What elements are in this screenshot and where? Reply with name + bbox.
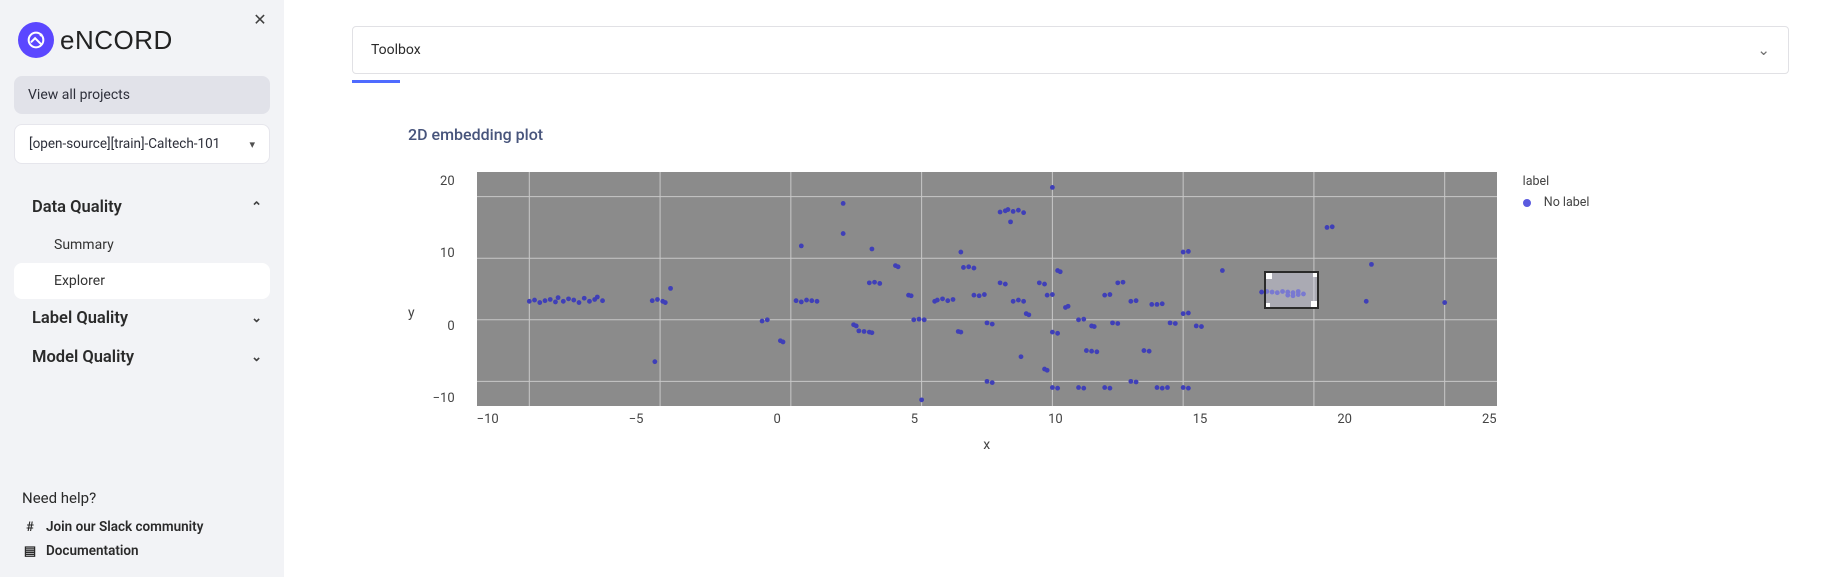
x-tick: 5 <box>911 412 918 427</box>
section-data-quality[interactable]: Data Quality ⌃ <box>14 188 270 227</box>
help-link-docs[interactable]: ▤ Documentation <box>22 539 270 563</box>
y-tick: −10 <box>433 391 455 406</box>
project-select[interactable]: [open-source][train]-Caltech-101 ▾ <box>14 124 270 164</box>
main-content: Toolbox ⌄ 2D embedding plot y 20 10 0 −10 −… <box>284 0 1837 577</box>
toolbox-expander[interactable]: Toolbox ⌄ <box>352 26 1789 74</box>
chevron-up-icon: ⌃ <box>251 200 262 215</box>
chart-title: 2D embedding plot <box>408 125 1789 144</box>
x-tick: 25 <box>1482 412 1497 427</box>
subitem-summary[interactable]: Summary <box>14 227 270 263</box>
x-axis-ticks: −10 −5 0 5 10 15 20 25 <box>477 412 1497 427</box>
section-label: Label Quality <box>32 309 128 328</box>
y-tick: 0 <box>433 319 455 334</box>
sidebar: ✕ eNCORD View all projects [open-source]… <box>0 0 284 577</box>
legend-marker-icon <box>1523 199 1531 207</box>
help-title: Need help? <box>22 489 270 507</box>
close-sidebar-button[interactable]: ✕ <box>250 10 270 30</box>
brand-name: eNCORD <box>60 25 173 56</box>
x-tick: 10 <box>1048 412 1063 427</box>
chevron-down-icon: ⌄ <box>1757 41 1770 59</box>
view-all-projects-button[interactable]: View all projects <box>14 76 270 114</box>
embedding-chart: 2D embedding plot y 20 10 0 −10 −10 −5 0 5 10 15… <box>352 125 1789 453</box>
legend-title: label <box>1523 174 1590 189</box>
x-tick: 15 <box>1193 412 1208 427</box>
brand-logo[interactable]: eNCORD <box>18 22 270 58</box>
active-tab-indicator <box>352 80 400 83</box>
slack-icon: # <box>22 519 38 535</box>
help-block: Need help? # Join our Slack community ▤ … <box>14 489 270 563</box>
section-label-quality[interactable]: Label Quality ⌄ <box>14 299 270 338</box>
chart-legend: label No label <box>1523 174 1590 210</box>
doc-icon: ▤ <box>22 543 38 559</box>
help-link-label: Documentation <box>46 543 139 559</box>
x-tick: 20 <box>1337 412 1352 427</box>
help-link-label: Join our Slack community <box>46 519 203 535</box>
y-axis-label: y <box>408 305 415 321</box>
selection-box[interactable] <box>1264 271 1319 309</box>
section-label: Data Quality <box>32 198 122 217</box>
x-tick: −5 <box>629 412 644 427</box>
y-axis-ticks: 20 10 0 −10 <box>433 172 455 406</box>
toolbox-label: Toolbox <box>371 42 421 58</box>
chevron-down-icon: ⌄ <box>251 350 262 365</box>
x-axis-label: x <box>477 437 1497 453</box>
section-model-quality[interactable]: Model Quality ⌄ <box>14 338 270 377</box>
section-label: Model Quality <box>32 348 134 367</box>
caret-down-icon: ▾ <box>249 138 255 151</box>
x-tick: 0 <box>773 412 780 427</box>
brand-mark-icon <box>18 22 54 58</box>
y-tick: 10 <box>433 246 455 261</box>
help-link-slack[interactable]: # Join our Slack community <box>22 515 270 539</box>
close-icon: ✕ <box>253 10 266 30</box>
chevron-down-icon: ⌄ <box>251 311 262 326</box>
subitem-explorer[interactable]: Explorer <box>14 263 270 299</box>
scatter-plot-area[interactable] <box>477 172 1497 406</box>
y-tick: 20 <box>433 174 455 189</box>
legend-item-label: No label <box>1544 195 1590 210</box>
x-tick: −10 <box>477 412 499 427</box>
project-select-value: [open-source][train]-Caltech-101 <box>29 136 220 152</box>
